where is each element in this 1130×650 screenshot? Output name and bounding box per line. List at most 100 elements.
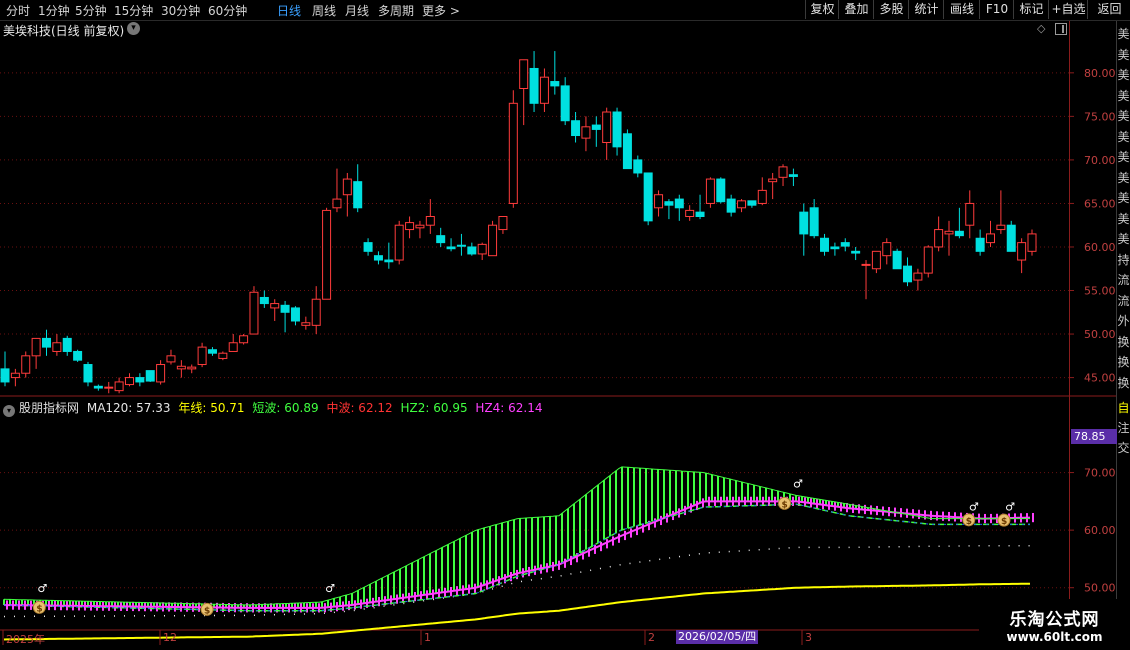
x-label-2: 1	[424, 631, 431, 644]
candle-body	[965, 202, 975, 226]
toolbar-button-0[interactable]: 复权	[805, 0, 839, 19]
panel-toggle-icon[interactable]	[1055, 23, 1067, 35]
toolbar-button-5[interactable]: F10	[979, 0, 1014, 19]
candle-body	[477, 243, 487, 255]
toolbar-button-8[interactable]: 返回	[1087, 0, 1130, 19]
period-tab-0[interactable]: 分时	[6, 2, 30, 19]
candle-body	[550, 81, 560, 87]
candlestick-series	[0, 51, 1037, 394]
candle-body	[249, 291, 259, 335]
chevron-down-icon[interactable]: ▾	[127, 22, 140, 35]
period-tab-2[interactable]: 5分钟	[75, 2, 107, 19]
indicator-series: $ $ $ $ $ ♂ ♂ ♂ ♂ ♂	[3, 466, 1034, 641]
candle-body	[954, 230, 964, 237]
candle-body	[197, 346, 207, 366]
candle-body	[93, 385, 103, 389]
candle-body	[322, 209, 332, 300]
candle-body	[747, 200, 757, 206]
legend-annual: 年线: 50.71	[178, 401, 245, 415]
period-tab-8[interactable]: 月线	[345, 2, 369, 19]
candle-body	[124, 377, 134, 386]
candle-body	[259, 296, 269, 305]
candle-body	[0, 368, 10, 383]
y-tick-ind-0: 70.00	[1084, 467, 1116, 480]
diamond-icon[interactable]: ◇	[1037, 22, 1045, 35]
strip-char-14: 外	[1117, 314, 1130, 328]
candle-body	[508, 102, 518, 204]
candle-body	[384, 259, 394, 263]
short-wave-line	[3, 466, 1030, 606]
legend-mid-wave: 中波: 62.12	[326, 401, 393, 415]
candle-body	[301, 322, 311, 326]
candle-body	[290, 307, 300, 322]
money-bag-icon-glyph: $	[966, 517, 972, 527]
strip-char-watch: 自	[1117, 401, 1130, 415]
y-tick-main-6: 50.00	[1084, 328, 1116, 341]
period-tab-4[interactable]: 30分钟	[161, 2, 200, 19]
candle-body	[602, 111, 612, 143]
candle-body	[695, 211, 705, 218]
candle-body	[799, 211, 809, 235]
period-tab-5[interactable]: 60分钟	[208, 2, 247, 19]
strip-char-9: 美	[1117, 211, 1130, 226]
legend-ma120: MA120: 57.33	[86, 401, 171, 415]
toolbar-button-1[interactable]: 叠加	[838, 0, 874, 19]
strip-char-12: 流	[1117, 273, 1130, 287]
candle-body	[31, 337, 41, 357]
y-tick-main-7: 45.00	[1084, 372, 1116, 385]
candle-body	[934, 229, 944, 248]
male-sign-icon: ♂	[37, 582, 47, 595]
candle-body	[332, 198, 342, 209]
candle-body	[622, 133, 632, 170]
stock-title: 美埃科技(日线 前复权)	[3, 24, 125, 38]
male-sign-icon: ♂	[1005, 501, 1015, 514]
candle-body	[488, 224, 498, 257]
candle-body	[405, 222, 415, 231]
y-tick-main-4: 60.00	[1084, 241, 1116, 254]
toolbar-button-2[interactable]: 多股	[873, 0, 909, 19]
toolbar-button-4[interactable]: 画线	[943, 0, 980, 19]
candle-body	[145, 370, 155, 382]
candle-body	[757, 189, 767, 204]
period-tab-6[interactable]: 日线	[277, 2, 301, 19]
chart-canvas[interactable]: $ $ $ $ $ ♂ ♂ ♂ ♂ ♂ 80.00 75.00 70.00 65.00 60.00 55.0…	[0, 0, 1130, 650]
candle-body	[187, 366, 197, 370]
candle-body	[10, 372, 20, 379]
candle-body	[664, 201, 674, 206]
hz4-line	[3, 500, 1030, 609]
strip-char-15: 换	[1117, 334, 1130, 349]
candle-body	[135, 377, 145, 383]
info-sidebar-strip: 美美美美美美美美美美美持流流外换换换自注交	[1117, 21, 1130, 630]
strip-char-13: 流	[1117, 293, 1130, 308]
candle-body	[944, 230, 954, 235]
male-sign-icon: ♂	[969, 501, 979, 514]
candle-body	[809, 207, 819, 237]
last-value-tag: 78.85	[1071, 429, 1118, 444]
chevron-down-icon[interactable]: ▾	[3, 405, 15, 417]
candle-body	[207, 349, 217, 354]
candle-body	[456, 244, 466, 247]
candle-body	[851, 250, 861, 254]
period-tab-7[interactable]: 周线	[312, 2, 336, 19]
candle-body	[788, 174, 798, 177]
candle-body	[539, 76, 549, 104]
y-tick-main-1: 75.00	[1084, 110, 1116, 123]
toolbar-button-7[interactable]: +自选	[1048, 0, 1088, 19]
strip-char-0: 美	[1117, 27, 1130, 41]
money-bag-icon-glyph: $	[204, 606, 210, 616]
toolbar-button-3[interactable]: 统计	[908, 0, 944, 19]
x-label-1: 12	[163, 631, 177, 644]
y-tick-main-0: 80.00	[1084, 67, 1116, 80]
candle-body	[892, 250, 902, 270]
candle-body	[571, 120, 581, 137]
toolbar-button-6[interactable]: 标记	[1013, 0, 1049, 19]
period-tab-3[interactable]: 15分钟	[114, 2, 153, 19]
strip-char-lower-1: 交	[1117, 441, 1130, 455]
period-tab-10[interactable]: 更多 >	[422, 2, 460, 19]
period-tab-9[interactable]: 多周期	[378, 2, 414, 19]
period-tab-1[interactable]: 1分钟	[38, 2, 70, 19]
candle-body	[83, 364, 93, 383]
male-sign-icon: ♂	[325, 582, 335, 595]
candle-body	[156, 364, 166, 383]
x-label-3: 2	[648, 631, 655, 644]
